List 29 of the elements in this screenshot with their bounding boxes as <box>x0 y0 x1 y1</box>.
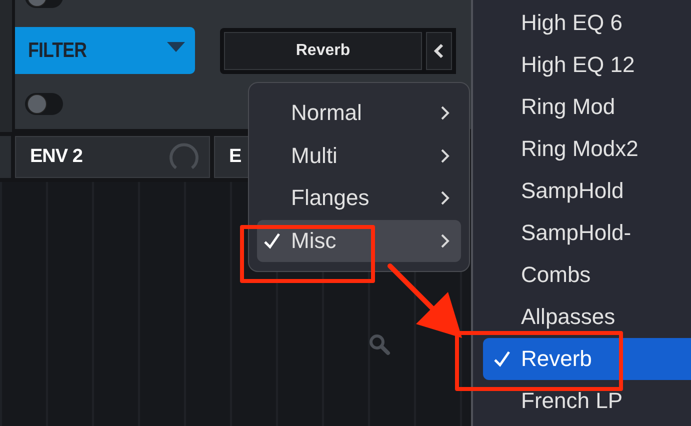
menu-item[interactable]: Multi <box>257 134 461 177</box>
menu-item[interactable]: Allpasses <box>483 296 691 338</box>
menu-item[interactable]: High EQ 6 <box>483 2 691 44</box>
menu-item[interactable]: Combs <box>483 254 691 296</box>
menu-item[interactable]: Flanges <box>257 177 461 220</box>
tab-label: E <box>229 146 242 168</box>
previous-button[interactable] <box>426 32 452 70</box>
dropdown-triangle-icon <box>167 42 185 52</box>
tab-label: ENV 2 <box>30 146 82 168</box>
filter-label: FILTER <box>28 38 87 62</box>
effect-selector[interactable]: Reverb <box>224 32 422 70</box>
chevron-icon <box>439 189 451 208</box>
chevron-icon <box>439 146 451 165</box>
menu-item[interactable]: Normal <box>257 92 461 134</box>
menu-item[interactable]: SampHold <box>483 170 691 212</box>
menu-item[interactable]: High EQ 12 <box>483 44 691 86</box>
menu-item[interactable]: Ring Modx2 <box>483 128 691 170</box>
chevron-left-icon <box>433 43 445 59</box>
menu-item[interactable]: Ring Mod <box>483 86 691 128</box>
menu-item[interactable]: French LP <box>483 380 691 422</box>
env-tab[interactable]: ENV 2 <box>15 136 210 178</box>
chevron-icon <box>439 232 451 250</box>
chevron-icon <box>439 104 451 122</box>
search-icon[interactable] <box>369 334 391 356</box>
menu-item[interactable]: SampHold- <box>483 212 691 254</box>
toggle-switch[interactable] <box>25 93 63 115</box>
menu-item[interactable]: Reverb <box>483 338 691 380</box>
filter-tab[interactable]: FILTER <box>15 27 195 74</box>
menu-item[interactable]: Misc <box>257 220 461 262</box>
